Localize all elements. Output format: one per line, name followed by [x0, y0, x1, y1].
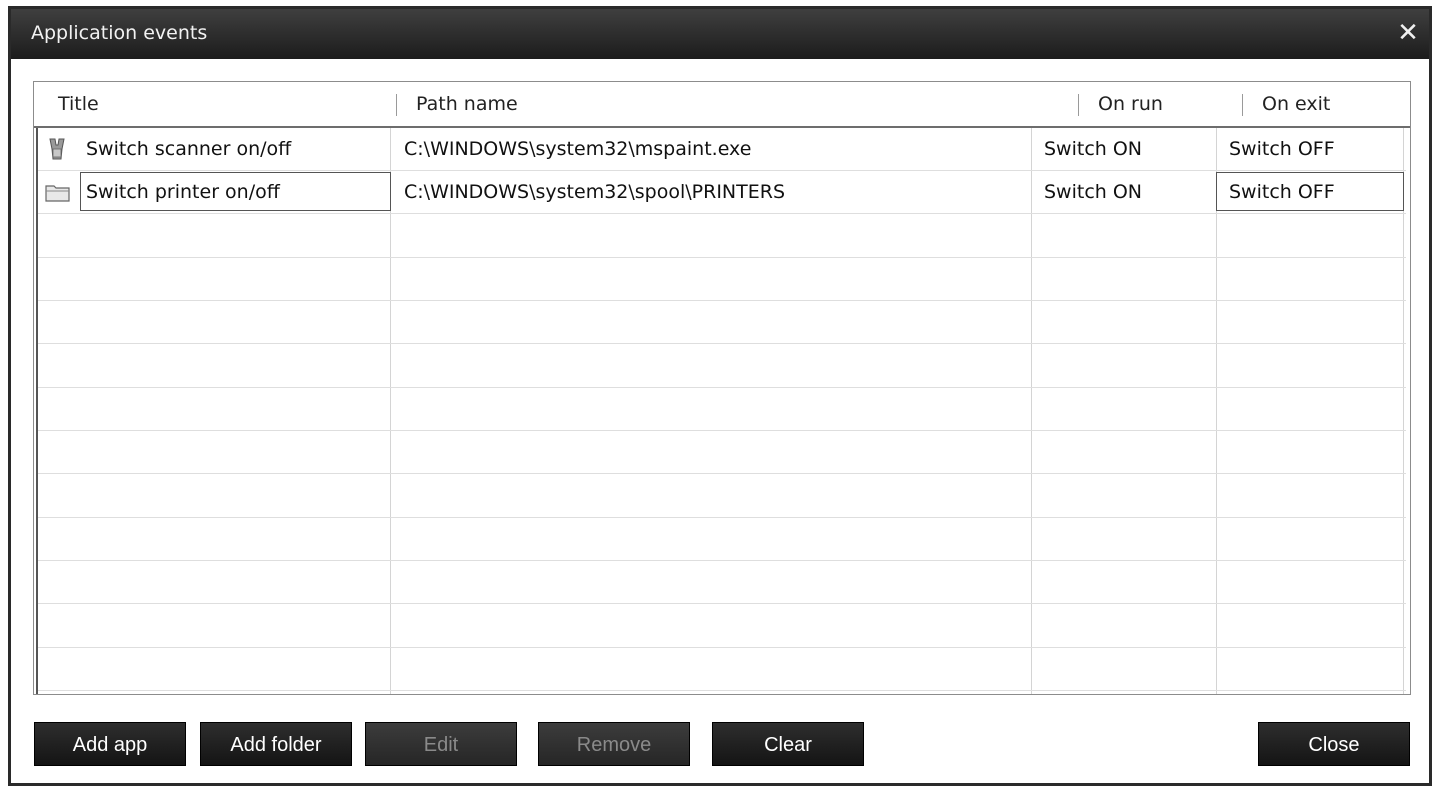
grid-line — [38, 560, 1406, 561]
folder-icon — [44, 179, 70, 205]
window-title: Application events — [31, 22, 208, 44]
grid-line — [38, 387, 1406, 388]
remove-button[interactable]: Remove — [538, 722, 690, 766]
column-header-on-exit[interactable]: On exit — [1262, 82, 1330, 126]
add-folder-button[interactable]: Add folder — [200, 722, 352, 766]
list-body: Switch scanner on/off C:\WINDOWS\system3… — [36, 128, 1406, 694]
scanner-icon — [44, 136, 70, 162]
row-on-run[interactable]: Switch ON — [1044, 128, 1142, 170]
row-on-exit[interactable]: Switch OFF — [1229, 171, 1335, 213]
grid-line — [38, 473, 1406, 474]
column-header-title[interactable]: Title — [58, 82, 99, 126]
events-list[interactable]: Title Path name On run On exit Switch sc… — [33, 81, 1411, 695]
column-header-path[interactable]: Path name — [416, 82, 518, 126]
column-separator[interactable] — [396, 94, 397, 116]
clear-button[interactable]: Clear — [712, 722, 864, 766]
row-title: Switch scanner on/off — [86, 138, 292, 160]
grid-line — [38, 647, 1406, 648]
list-row[interactable]: Switch scanner on/off C:\WINDOWS\system3… — [38, 128, 1406, 170]
title-bar[interactable]: Application events ✕ — [11, 9, 1429, 59]
column-header-on-run[interactable]: On run — [1098, 82, 1163, 126]
list-header: Title Path name On run On exit — [34, 82, 1410, 128]
grid-line — [38, 257, 1406, 258]
grid-line — [38, 213, 1406, 214]
list-row[interactable]: Switch printer on/off C:\WINDOWS\system3… — [38, 171, 1406, 213]
row-on-exit[interactable]: Switch OFF — [1229, 128, 1335, 170]
column-separator[interactable] — [1078, 94, 1079, 116]
grid-line — [38, 300, 1406, 301]
grid-line — [38, 430, 1406, 431]
close-button[interactable]: Close — [1258, 722, 1410, 766]
row-path: C:\WINDOWS\system32\mspaint.exe — [404, 138, 752, 160]
grid-line — [38, 690, 1406, 691]
edit-button[interactable]: Edit — [365, 722, 517, 766]
add-app-button[interactable]: Add app — [34, 722, 186, 766]
grid-line — [38, 517, 1406, 518]
grid-line — [38, 343, 1406, 344]
row-on-run[interactable]: Switch ON — [1044, 171, 1142, 213]
grid-line — [38, 603, 1406, 604]
close-icon[interactable]: ✕ — [1393, 17, 1423, 49]
column-separator[interactable] — [1242, 94, 1243, 116]
row-path: C:\WINDOWS\system32\spool\PRINTERS — [404, 181, 786, 203]
row-title: Switch printer on/off — [86, 181, 280, 203]
application-events-dialog: Application events ✕ Title Path name On … — [8, 6, 1432, 786]
